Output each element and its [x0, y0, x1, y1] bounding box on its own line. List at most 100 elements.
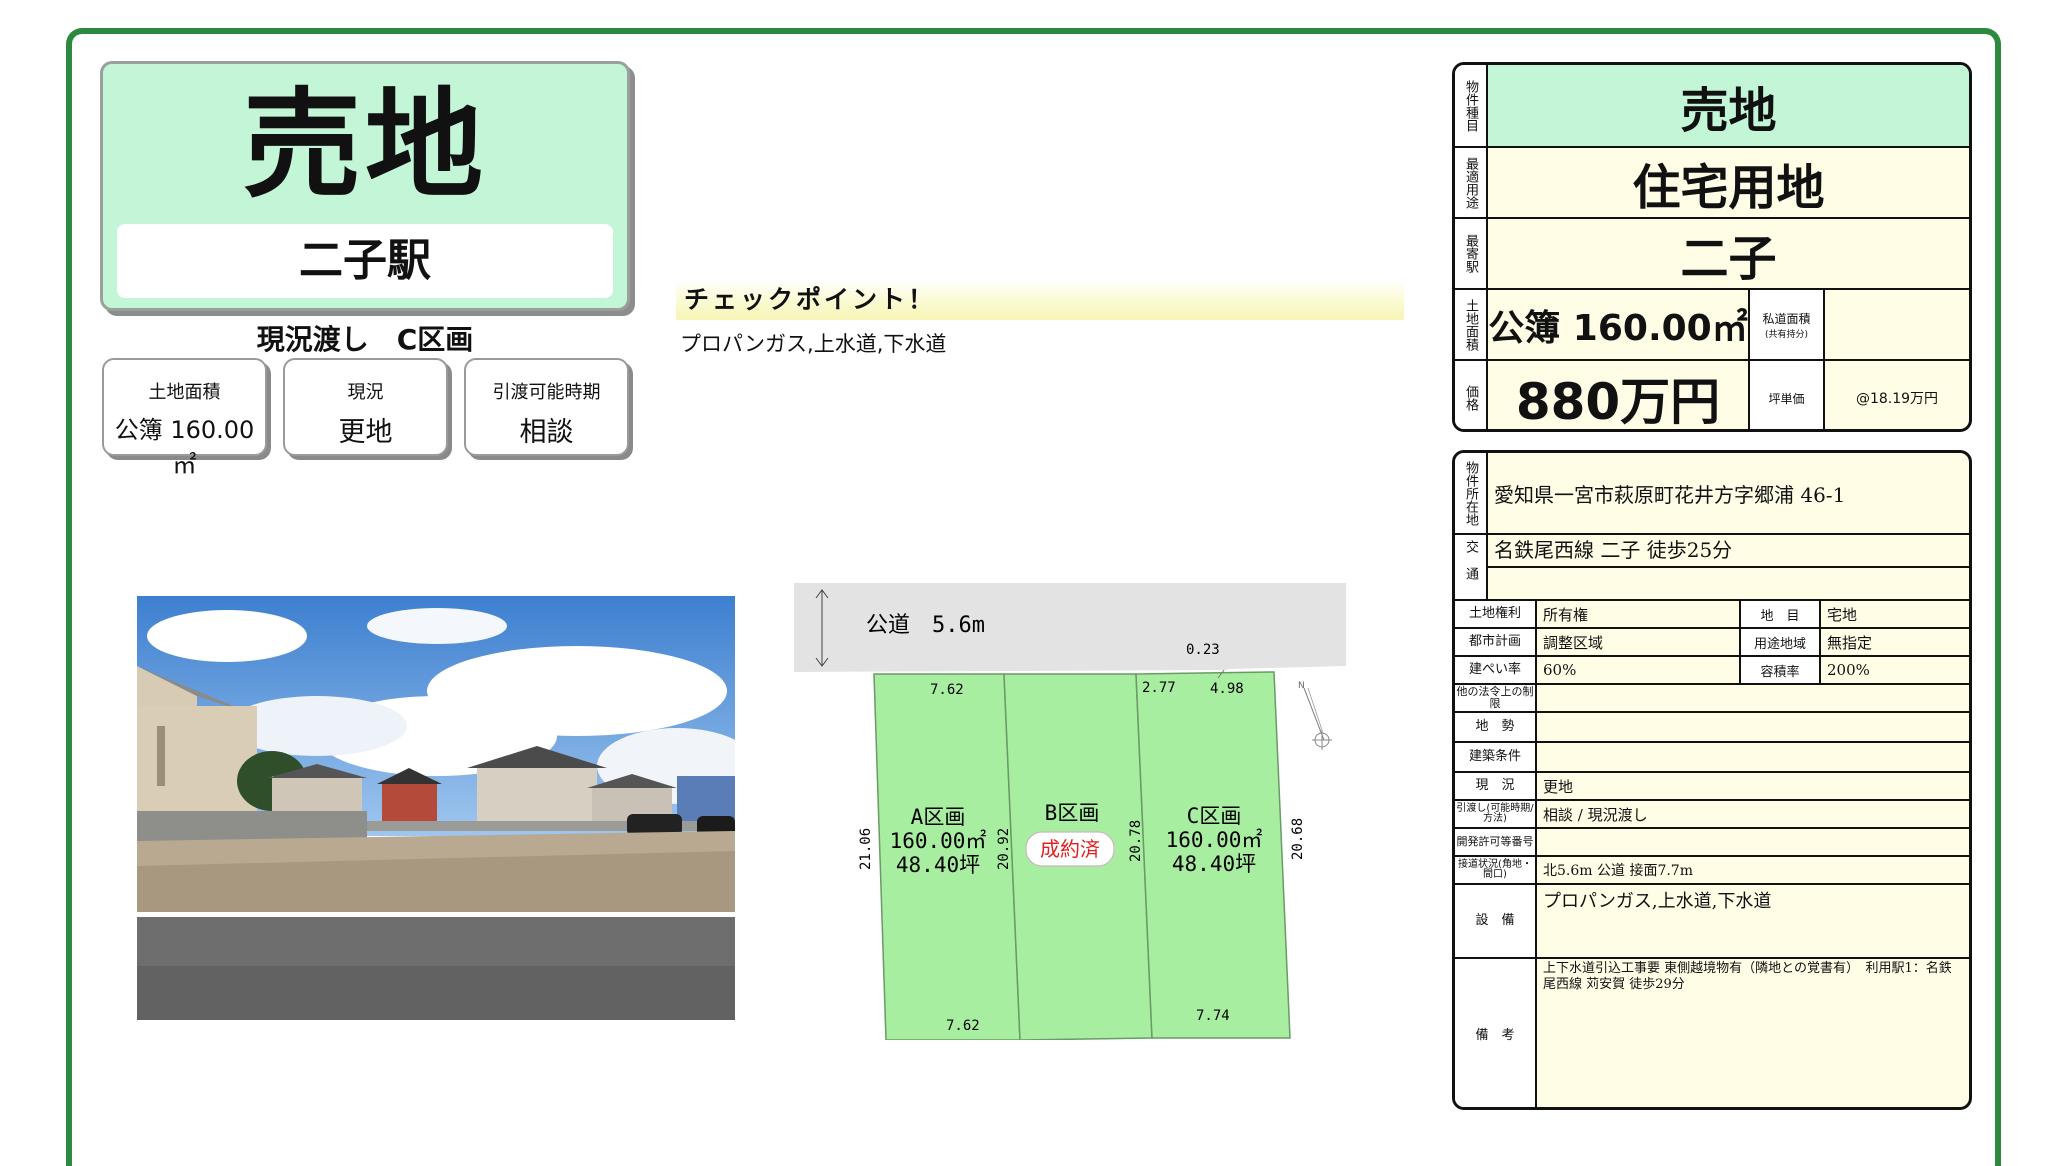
detail-row-cityplan: 都市計画 調整区域 用途地域 無指定 [1455, 629, 1969, 657]
private-road-label: 私道面積 [1762, 311, 1811, 326]
summary-label: 土地面積 [1455, 290, 1488, 359]
checkpoint-title: チェックポイント！ [676, 280, 1404, 320]
lot-map: 公道 5.6m 7.62 7.62 21.06 20.92 20.78 20.6… [790, 580, 1350, 1041]
private-road-value [1825, 290, 1969, 359]
hero-subtitle: 現況渡し C区画 [256, 323, 474, 356]
stat-value: 公簿 160.00㎡ [114, 416, 255, 479]
detail-row-build-cond: 建築条件 [1455, 743, 1969, 773]
north-label: N [1298, 681, 1305, 691]
dim-ab-mid: 20.92 [996, 828, 1012, 870]
detail-location: 愛知県一宮市萩原町花井方字郷浦 46-1 [1494, 482, 1846, 507]
detail-permit [1537, 829, 1969, 855]
lot-a-area: 160.00㎡ [890, 829, 987, 853]
unit-price-value: @18.19万円 [1855, 391, 1939, 407]
dim-c-corner: 0.23 [1186, 642, 1220, 658]
detail-status: 更地 [1543, 777, 1574, 796]
hero-title: 売地 [242, 76, 487, 214]
hero-station-box: 二子駅 [117, 224, 613, 298]
detail-label: 接道状況(角地・間口) [1455, 857, 1537, 883]
dim-a-left: 21.06 [858, 828, 874, 870]
detail-city-plan: 調整区域 [1543, 633, 1604, 652]
summary-label: 最適用途 [1455, 148, 1488, 217]
detail-row-remarks: 備 考 上下水道引込工事要 東側越境物有（隣地との覚書有） 利用駅1：名鉄尾西線… [1455, 959, 1969, 1107]
private-road-sub: (共有持分) [1764, 329, 1809, 340]
stat-label: 現況 [347, 382, 384, 403]
detail-remarks: 上下水道引込工事要 東側越境物有（隣地との覚書有） 利用駅1：名鉄尾西線 苅安賀… [1543, 961, 1952, 993]
lot-b-status: 成約済 [1040, 837, 1100, 861]
detail-label: 設 備 [1455, 885, 1537, 957]
summary-row-use: 最適用途 住宅用地 [1455, 148, 1969, 219]
private-road-label-cell: 私道面積 (共有持分) [1750, 290, 1825, 359]
detail-access: 北5.6m 公道 接面7.7m [1543, 863, 1693, 879]
detail-far: 200% [1827, 661, 1870, 679]
stat-land-area: 土地面積 公簿 160.00㎡ [102, 358, 267, 479]
dim-bc-mid: 20.78 [1128, 820, 1144, 862]
unit-price-label: 坪単価 [1750, 361, 1825, 429]
detail-row-legal: 他の法令上の制限 [1455, 685, 1969, 713]
detail-row-terrain: 地 勢 [1455, 713, 1969, 743]
detail-row-status: 現 況 更地 [1455, 773, 1969, 801]
stat-value: 更地 [338, 417, 393, 448]
detail-label: 都市計画 [1455, 629, 1537, 655]
summary-value-type: 売地 [1680, 82, 1777, 139]
detail-label: 建築条件 [1455, 743, 1537, 771]
summary-label: 最寄駅 [1455, 219, 1488, 288]
detail-facilities: プロパンガス,上水道,下水道 [1543, 891, 1772, 912]
dim-c-top-left: 2.77 [1142, 680, 1176, 696]
summary-row-price: 価格 880万円 坪単価 @18.19万円 [1455, 361, 1969, 429]
detail-use-zone: 無指定 [1827, 633, 1873, 652]
detail-transport: 名鉄尾西線 二子 徒歩25分 [1488, 535, 1969, 568]
summary-value-station: 二子 [1680, 230, 1777, 287]
detail-row-access: 接道状況(角地・間口) 北5.6m 公道 接面7.7m [1455, 857, 1969, 885]
lot-c-area: 160.00㎡ [1166, 828, 1263, 852]
detail-row-handover: 引渡し(可能時期/方法) 相談 / 現況渡し [1455, 801, 1969, 829]
lot-c-name: C区画 [1187, 804, 1242, 828]
summary-label: 価格 [1455, 361, 1488, 429]
dim-a-top: 7.62 [930, 682, 964, 698]
detail-label: 交通 [1455, 535, 1488, 599]
lot-a-tsubo: 48.40坪 [896, 853, 980, 877]
detail-label: 容積率 [1739, 657, 1821, 683]
summary-row-area: 土地面積 公簿 160.00㎡ 私道面積 (共有持分) [1455, 290, 1969, 361]
detail-row-location: 物件所在地 愛知県一宮市萩原町花井方字郷浦 46-1 [1455, 453, 1969, 535]
detail-label: 開発許可等番号 [1455, 829, 1537, 855]
detail-rights: 所有権 [1543, 605, 1589, 624]
north-arrow-icon: N [1298, 681, 1332, 750]
stat-status: 現況 更地 [283, 358, 448, 456]
detail-row-ratio: 建ぺい率 60% 容積率 200% [1455, 657, 1969, 685]
detail-label: 土地権利 [1455, 601, 1537, 627]
detail-label: 地 勢 [1455, 713, 1537, 741]
summary-table: 物件種目 売地 最適用途 住宅用地 最寄駅 二子 土地面積 公簿 160.00㎡… [1452, 62, 1972, 432]
dim-c-top-right: 4.98 [1210, 681, 1244, 697]
detail-label: 建ぺい率 [1455, 657, 1537, 683]
detail-handover: 相談 / 現況渡し [1543, 805, 1648, 824]
stat-label: 土地面積 [148, 382, 221, 403]
checkpoint-body: プロパンガス,上水道,下水道 [680, 332, 947, 356]
detail-label: 他の法令上の制限 [1455, 685, 1537, 711]
detail-chimoku: 宅地 [1827, 605, 1858, 624]
summary-value-use: 住宅用地 [1632, 159, 1825, 216]
summary-price-value: 880万円 [1488, 361, 1750, 429]
summary-label: 物件種目 [1455, 65, 1488, 146]
detail-build-cond [1537, 743, 1969, 771]
lot-a-name: A区画 [911, 805, 966, 829]
detail-legal [1537, 685, 1969, 711]
detail-label: 用途地域 [1739, 629, 1821, 655]
detail-terrain [1537, 713, 1969, 741]
summary-row-type: 物件種目 売地 [1455, 65, 1969, 148]
details-table: 物件所在地 愛知県一宮市萩原町花井方字郷浦 46-1 交通 名鉄尾西線 二子 徒… [1452, 450, 1972, 1110]
stat-label: 引渡可能時期 [492, 382, 601, 403]
detail-label: 備 考 [1455, 959, 1537, 1107]
stat-value: 相談 [519, 417, 574, 448]
stat-handover: 引渡可能時期 相談 [464, 358, 629, 456]
dim-a-bottom: 7.62 [946, 1018, 980, 1034]
lot-c-tsubo: 48.40坪 [1172, 852, 1256, 876]
photo-illustration [137, 596, 735, 1020]
detail-row-transport: 交通 名鉄尾西線 二子 徒歩25分 [1455, 535, 1969, 601]
dim-c-right: 20.68 [1290, 818, 1306, 860]
summary-row-station: 最寄駅 二子 [1455, 219, 1969, 290]
lot-map-svg: 公道 5.6m 7.62 7.62 21.06 20.92 20.78 20.6… [794, 583, 1346, 1041]
summary-area-value: 公簿 160.00㎡ [1488, 290, 1750, 359]
lot-b-name: B区画 [1045, 801, 1100, 825]
dim-c-bottom: 7.74 [1196, 1008, 1230, 1024]
